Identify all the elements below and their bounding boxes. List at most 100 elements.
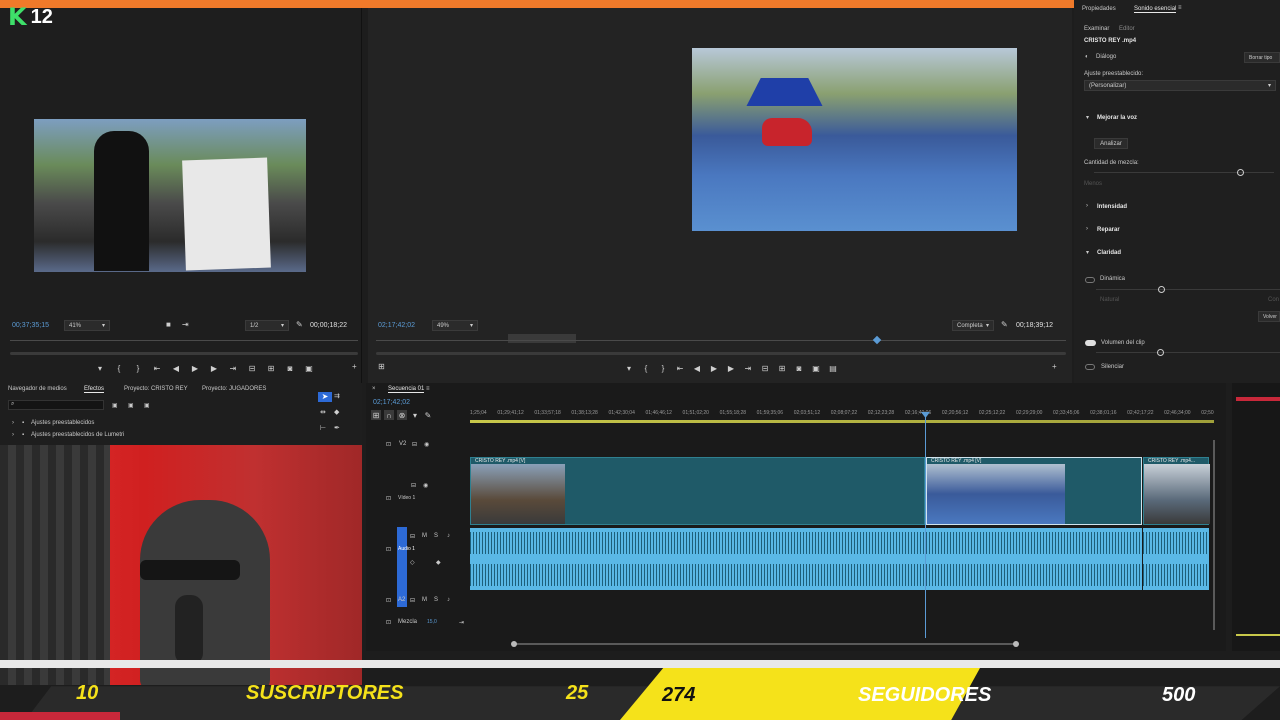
tab-effects[interactable]: Efectos — [84, 386, 105, 393]
program-ruler[interactable] — [376, 340, 1066, 341]
razor-tool-icon[interactable]: ◆ — [334, 408, 339, 416]
step-forward-icon[interactable]: ▶ — [209, 363, 219, 373]
filter-yuv-icon[interactable]: ▣ — [144, 402, 150, 409]
wrench-icon[interactable]: ✎ — [296, 320, 303, 329]
preset-dropdown[interactable]: (Personalizar) ▾ — [1084, 80, 1276, 91]
lock-icon[interactable]: ⊡ — [386, 495, 391, 502]
go-to-in-icon[interactable]: ⇤ — [675, 363, 685, 373]
work-area-bar[interactable] — [470, 420, 1214, 423]
timeline-ruler[interactable]: 1;25;04 01;29;41;12 01;33;57;18 01;38;13;28… — [470, 410, 1214, 420]
video-clip[interactable]: CRISTO REY .mp4 [V] — [470, 457, 925, 525]
eye-icon[interactable]: ◉ — [424, 441, 429, 448]
timeline-playhead[interactable] — [925, 414, 926, 638]
tab-properties[interactable]: Propiedades — [1082, 6, 1116, 12]
program-timecode[interactable]: 02;17;42;02 — [378, 322, 415, 329]
sync-icon[interactable]: ⊟ — [410, 533, 415, 540]
clip-volume-toggle[interactable] — [1085, 340, 1096, 346]
extract-icon[interactable]: ⊞ — [777, 363, 787, 373]
tab-media-browser[interactable]: Navegador de medios — [8, 386, 67, 392]
step-back-icon[interactable]: ◀ — [692, 363, 702, 373]
mute-toggle[interactable] — [1085, 364, 1095, 370]
lock-icon[interactable]: ⊡ — [386, 619, 391, 626]
go-to-in-icon[interactable]: ⇤ — [152, 363, 162, 373]
settings-icon[interactable]: ⊞ — [378, 362, 385, 371]
settings-icon[interactable]: ■ — [166, 320, 171, 329]
microphone-icon[interactable]: ♪ — [447, 533, 450, 539]
track-a1-source-patch[interactable] — [397, 527, 407, 607]
new-bin-icon[interactable]: ▣ — [112, 402, 118, 409]
video-clip-selected[interactable]: CRISTO REY .mp4 [V] — [926, 457, 1142, 525]
source-scrubber[interactable] — [10, 352, 358, 355]
marker-icon[interactable]: ▾ — [95, 363, 105, 373]
nest-icon[interactable]: ⊞ — [371, 410, 381, 420]
selection-tool-icon[interactable]: ➤ — [318, 392, 332, 402]
scrollbar-right-handle[interactable] — [1013, 641, 1019, 647]
intensity-heading[interactable]: Intensidad — [1097, 204, 1127, 210]
tab-project-jugadores[interactable]: Proyecto: JUGADORES — [202, 386, 266, 392]
timeline-vertical-scrollbar[interactable] — [1213, 440, 1215, 630]
slip-tool-icon[interactable]: ⊢ — [320, 424, 326, 432]
chevron-down-icon[interactable]: ▾ — [1086, 114, 1089, 121]
compare-icon[interactable]: ▣ — [811, 363, 821, 373]
chevron-right-icon[interactable]: › — [12, 420, 14, 426]
sync-icon[interactable]: ⊟ — [412, 441, 417, 448]
clarity-heading[interactable]: Claridad — [1097, 250, 1121, 256]
add-button-icon[interactable]: + — [352, 362, 357, 371]
tab-essential-sound[interactable]: Sonido esencial — [1134, 6, 1177, 13]
program-scrubber[interactable] — [376, 352, 1066, 355]
go-to-out-icon[interactable]: ⇥ — [228, 363, 238, 373]
timeline-timecode[interactable]: 02;17;42;02 — [373, 399, 410, 406]
tab-project-cristo-rey[interactable]: Proyecto: CRISTO REY — [124, 386, 188, 392]
filter-icon[interactable]: ▣ — [128, 402, 134, 409]
program-zoom-dropdown[interactable]: 49% ▾ — [432, 320, 478, 331]
close-icon[interactable]: × — [372, 386, 376, 392]
scrollbar-left-handle[interactable] — [511, 641, 517, 647]
snap-icon[interactable]: ∩ — [384, 410, 394, 420]
clear-type-button[interactable]: Borrar tipo — [1244, 52, 1280, 63]
track-select-tool-icon[interactable]: ⇉ — [334, 392, 340, 400]
audio-clip-selected[interactable] — [926, 528, 1142, 590]
lock-icon[interactable]: ⊡ — [386, 441, 391, 448]
wrench-icon[interactable]: ✎ — [423, 410, 433, 420]
presets-item[interactable]: Ajustes preestablecidos — [31, 420, 94, 426]
clip-volume-slider[interactable] — [1096, 352, 1280, 353]
subtab-examiner[interactable]: Examinar — [1084, 26, 1109, 32]
lumetri-presets-item[interactable]: Ajustes preestablecidos de Lumetri — [31, 432, 124, 438]
go-to-out-icon[interactable]: ⇥ — [743, 363, 753, 373]
timeline-horizontal-scrollbar[interactable] — [514, 643, 1018, 645]
chevron-right-icon[interactable]: › — [12, 432, 14, 438]
mark-in-icon[interactable]: { — [641, 363, 651, 373]
menu-icon[interactable]: ≡ — [426, 386, 430, 392]
lock-icon[interactable]: ⊡ — [386, 546, 391, 553]
mute-track-icon[interactable]: M — [422, 533, 427, 539]
step-back-icon[interactable]: ◀ — [171, 363, 181, 373]
mix-amount-slider[interactable] — [1094, 172, 1274, 173]
export-frame-icon[interactable]: ⇥ — [182, 320, 189, 329]
source-zoom-dropdown[interactable]: 41% ▾ — [64, 320, 110, 331]
keyframe-icon[interactable]: ◇ — [410, 559, 415, 566]
lock-icon[interactable]: ⊡ — [386, 597, 391, 604]
go-to-end-icon[interactable]: ⇥ — [459, 619, 464, 626]
microphone-icon[interactable]: ♪ — [447, 597, 450, 603]
program-zoom-scroll[interactable] — [508, 334, 576, 343]
source-ruler[interactable] — [10, 340, 358, 341]
lift-icon[interactable]: ⊟ — [760, 363, 770, 373]
tab-sequence[interactable]: Secuencia 01 — [388, 386, 425, 393]
pen-tool-icon[interactable]: ✒ — [334, 424, 340, 432]
camera-icon[interactable]: ◙ — [285, 363, 295, 373]
menu-icon[interactable]: ≡ — [1178, 5, 1182, 11]
wrench-icon[interactable]: ✎ — [1001, 320, 1008, 329]
solo-track-icon[interactable]: S — [434, 597, 438, 603]
chevron-right-icon[interactable]: › — [1086, 203, 1088, 209]
vr-icon[interactable]: ▤ — [828, 363, 838, 373]
play-icon[interactable]: ▶ — [190, 363, 200, 373]
mix-value[interactable]: 15,0 — [427, 619, 437, 625]
mix-amount-handle[interactable] — [1237, 169, 1244, 176]
overwrite-icon[interactable]: ⊞ — [266, 363, 276, 373]
button-editor-icon[interactable]: ▣ — [304, 363, 314, 373]
add-button-icon[interactable]: + — [1052, 362, 1057, 371]
play-icon[interactable]: ▶ — [709, 363, 719, 373]
sync-icon[interactable]: ⊟ — [410, 597, 415, 604]
audio-clip[interactable] — [470, 528, 925, 590]
clip-volume-handle[interactable] — [1157, 349, 1164, 356]
